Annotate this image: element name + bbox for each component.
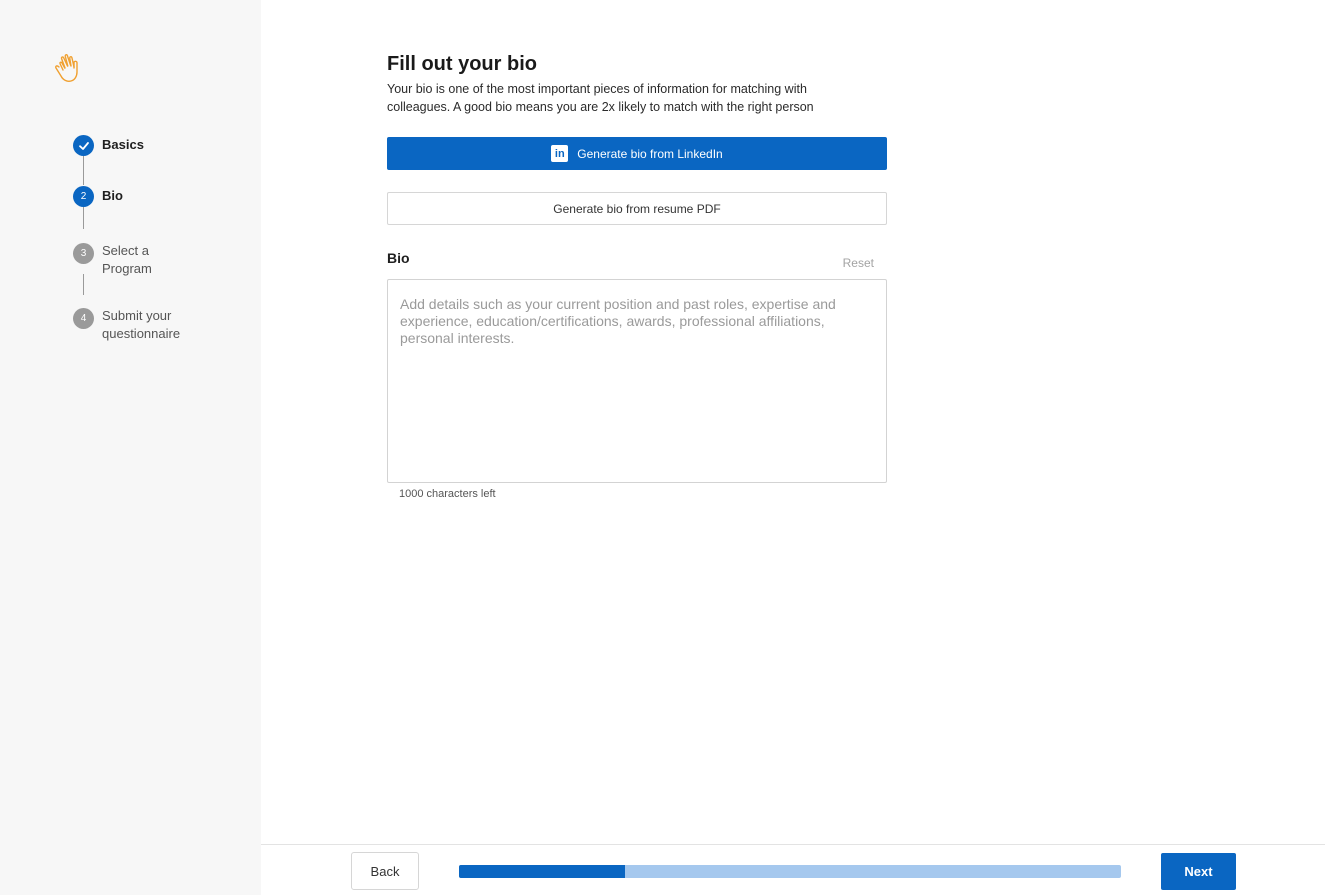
step-bio-number: 2 bbox=[73, 186, 94, 207]
progress-bar bbox=[459, 865, 1121, 878]
step-basics-check bbox=[73, 135, 94, 156]
characters-left-counter: 1000 characters left bbox=[399, 488, 496, 500]
check-icon bbox=[78, 141, 89, 150]
generate-bio-linkedin-label: Generate bio from LinkedIn bbox=[577, 146, 723, 161]
next-button[interactable]: Next bbox=[1161, 853, 1236, 890]
step-bio-label: Bio bbox=[102, 188, 123, 203]
step-select-program-label: Select a Program bbox=[102, 243, 152, 276]
progress-fill bbox=[459, 865, 625, 878]
footer-bar: Back Next bbox=[261, 844, 1325, 895]
step-basics-label: Basics bbox=[102, 137, 144, 152]
page-subtitle: Your bio is one of the most important pi… bbox=[387, 82, 814, 114]
waving-hand-icon bbox=[55, 54, 78, 82]
sidebar: Basics 2 Bio 3 Select a Program 4 Submit… bbox=[0, 0, 261, 895]
step-select-program-number: 3 bbox=[73, 243, 94, 264]
step-submit-questionnaire[interactable]: 4 Submit your questionnaire bbox=[73, 308, 192, 343]
step-submit-questionnaire-number: 4 bbox=[73, 308, 94, 329]
step-connector bbox=[83, 206, 84, 229]
step-connector bbox=[83, 156, 84, 185]
bio-label: Bio bbox=[387, 250, 410, 266]
bio-textarea[interactable] bbox=[387, 279, 887, 483]
generate-bio-resume-button[interactable]: Generate bio from resume PDF bbox=[387, 192, 887, 225]
step-basics[interactable]: Basics bbox=[73, 135, 192, 156]
back-button[interactable]: Back bbox=[351, 852, 419, 890]
step-submit-questionnaire-label: Submit your questionnaire bbox=[102, 308, 181, 341]
step-bio[interactable]: 2 Bio bbox=[73, 186, 192, 207]
page-title: Fill out your bio bbox=[387, 53, 537, 75]
reset-link[interactable]: Reset bbox=[843, 256, 874, 270]
linkedin-icon: in bbox=[551, 145, 569, 162]
step-select-program[interactable]: 3 Select a Program bbox=[73, 243, 192, 278]
generate-bio-linkedin-button[interactable]: in Generate bio from LinkedIn bbox=[387, 137, 887, 170]
